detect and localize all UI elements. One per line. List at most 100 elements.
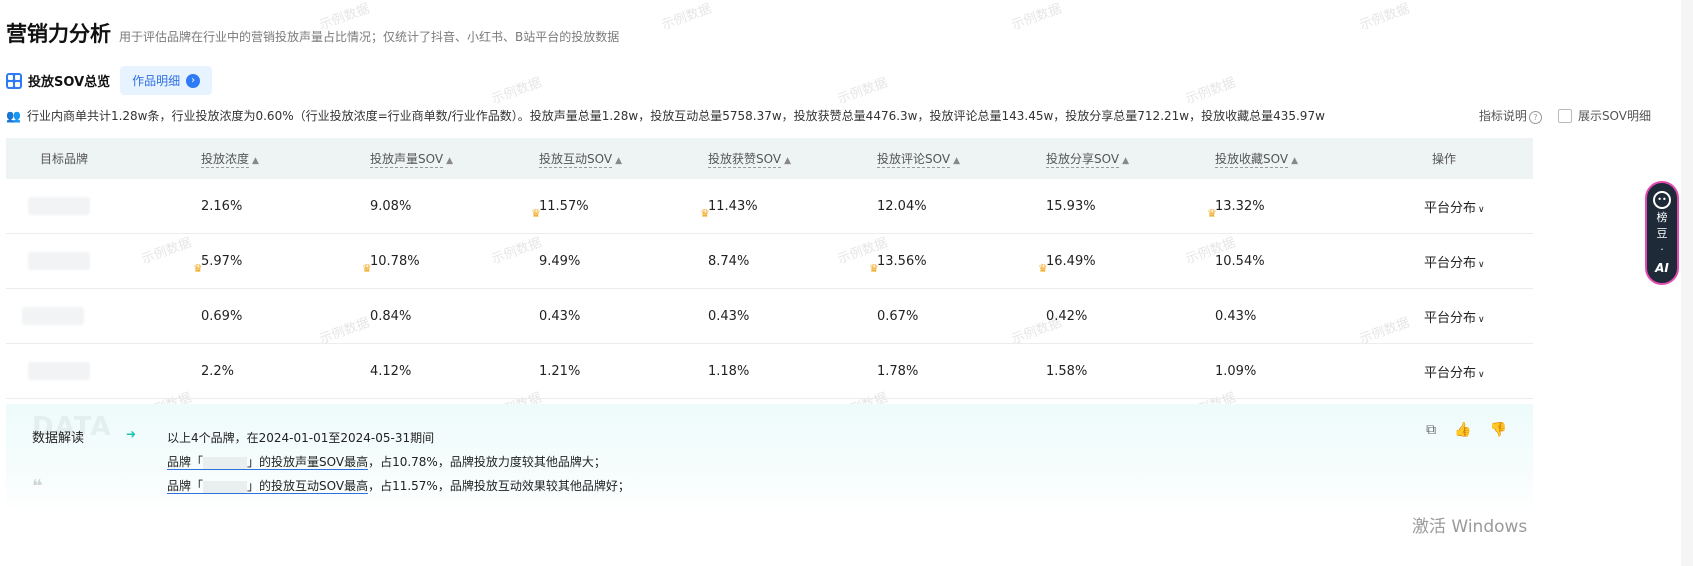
comments-sov-cell: 0.67% [877, 288, 1046, 344]
sort-icon: ▲ [615, 156, 622, 166]
favorites-sov-cell: 1.09% [1215, 343, 1424, 399]
ai-label: AI [1655, 261, 1669, 275]
page-title: 营销力分析 [6, 22, 111, 46]
favorites-sov-cell: 10.54% [1215, 233, 1424, 289]
table-row: 2.16% 9.08% ♛ 11.57% ♛ 11.43% 12.04% 15.93… [6, 179, 1533, 234]
comments-sov-cell: 1.78% [877, 343, 1046, 399]
crown-icon: ♛ [1207, 206, 1217, 220]
interaction-sov-cell: ♛ 11.57% [531, 179, 708, 234]
metric-help-link[interactable]: 指标说明? [1479, 107, 1542, 124]
page-header: 营销力分析 用于评估品牌在行业中的营销投放声量占比情况；仅统计了抖音、小红书、B… [6, 18, 619, 48]
data-interpretation-label: 数据解读 [32, 431, 85, 446]
col-header-volume-sov[interactable]: 投放声量SOV ▲ [370, 138, 539, 179]
platform-distribution-button[interactable]: 平台分布 ∨ [1424, 288, 1533, 344]
sort-icon: ▲ [953, 156, 960, 166]
crown-icon: ♛ [362, 261, 372, 275]
watermark: 示例数据 [1009, 1, 1064, 34]
col-header-density[interactable]: 投放浓度 ▲ [201, 138, 370, 179]
table-header-row: 目标品牌 投放浓度 ▲ 投放声量SOV ▲ 投放互动SOV ▲ 投放获赞SOV ▲ 投放… [6, 138, 1533, 179]
volume-sov-cell: 0.84% [370, 288, 539, 344]
table-controls: 指标说明? 展示SOV明细 [1479, 107, 1651, 124]
brand-name-redacted [28, 252, 90, 270]
robot-face-icon: •• [1653, 191, 1671, 209]
shares-sov-cell: 15.93% [1046, 179, 1215, 234]
crown-icon: ♛ [1038, 261, 1048, 275]
interaction-sov-cell: 1.21% [539, 343, 708, 399]
col-header-actions: 操作 [1424, 138, 1533, 179]
show-sov-detail-checkbox[interactable] [1557, 108, 1572, 123]
platform-distribution-button[interactable]: 平台分布 ∨ [1424, 233, 1533, 289]
density-cell: 2.16% [201, 179, 370, 234]
help-icon: ? [1528, 111, 1542, 124]
tab-bar: 投放SOV总览 作品明细 › [6, 66, 213, 95]
interpretation-text: 以上4个品牌，在2024-01-01至2024-05-31期间 品牌「 」的投放声… [167, 426, 630, 498]
brand-name-redacted [203, 480, 248, 493]
chevron-right-icon: › [186, 73, 201, 88]
sort-icon: ▲ [784, 156, 791, 166]
watermark: 示例数据 [835, 75, 890, 108]
page-scrollbar[interactable] [1681, 0, 1693, 566]
ai-name-line-3: · [1660, 243, 1664, 256]
crown-icon: ♛ [193, 261, 203, 275]
watermark: 示例数据 [1357, 1, 1412, 34]
thumbs-down-icon[interactable]: 👎 [1490, 422, 1507, 438]
crown-icon: ♛ [869, 261, 879, 275]
quote-icon: ❝ [32, 476, 43, 497]
volume-sov-cell: 4.12% [370, 343, 539, 399]
density-cell: 0.69% [201, 288, 370, 344]
brand-name-redacted [22, 307, 84, 325]
comments-sov-cell: ♛ 13.56% [869, 233, 1046, 289]
col-header-brand: 目标品牌 [6, 138, 201, 179]
table-row: 0.69% 0.84% 0.43% 0.43% 0.67% 0.42% 0.43… [6, 288, 1533, 344]
col-header-comments-sov[interactable]: 投放评论SOV ▲ [877, 138, 1046, 179]
arrow-right-icon: ➜ [126, 427, 137, 441]
sort-icon: ▲ [252, 156, 259, 166]
ai-name-line-1: 榜 [1656, 211, 1668, 224]
chevron-down-icon: ∨ [1478, 369, 1485, 380]
interpretation-line-3: 品牌「 」的投放互动SOV最高，占11.57%，品牌投放互动效果较其他品牌好； [167, 479, 630, 494]
shares-sov-cell: 1.58% [1046, 343, 1215, 399]
platform-distribution-button[interactable]: 平台分布 ∨ [1424, 343, 1533, 399]
volume-sov-cell: ♛ 10.78% [362, 233, 539, 289]
crown-icon: ♛ [531, 206, 541, 220]
ai-assistant-button[interactable]: •• 榜 豆 · AI [1645, 181, 1679, 285]
platform-distribution-button[interactable]: 平台分布 ∨ [1424, 179, 1533, 234]
data-interpretation-panel: DATA 数据解读 ➜ ❝ 以上4个品牌，在2024-01-01至2024-05… [6, 404, 1533, 514]
col-header-interaction-sov[interactable]: 投放互动SOV ▲ [539, 138, 708, 179]
favorites-sov-cell: 0.43% [1215, 288, 1424, 344]
table-row: ♛ 5.97% ♛ 10.78% 9.49% 8.74% ♛ 13.56% ♛ 16.4… [6, 233, 1533, 289]
shares-sov-cell: 0.42% [1046, 288, 1215, 344]
col-header-likes-sov[interactable]: 投放获赞SOV ▲ [708, 138, 877, 179]
watermark: 示例数据 [1183, 75, 1238, 108]
comments-sov-cell: 12.04% [877, 179, 1046, 234]
shares-sov-cell: ♛ 16.49% [1038, 233, 1215, 289]
sov-table: 目标品牌 投放浓度 ▲ 投放声量SOV ▲ 投放互动SOV ▲ 投放获赞SOV ▲ 投放… [6, 138, 1533, 399]
favorites-sov-cell: ♛ 13.32% [1207, 179, 1424, 234]
thumbs-up-icon[interactable]: 👍 [1454, 422, 1471, 438]
likes-sov-cell: 1.18% [708, 343, 877, 399]
brand-cell [6, 343, 201, 399]
tab-sov-overview[interactable]: 投放SOV总览 [6, 71, 110, 90]
tab-sov-overview-label: 投放SOV总览 [28, 75, 111, 90]
interaction-sov-cell: 9.49% [539, 233, 708, 289]
sort-icon: ▲ [446, 156, 453, 166]
tab-work-detail-label: 作品明细 [132, 74, 181, 88]
windows-activation-overlay: 激活 Windows [1412, 517, 1528, 537]
metric-help-label: 指标说明 [1478, 109, 1527, 123]
sort-icon: ▲ [1291, 156, 1298, 166]
table-row: 2.2% 4.12% 1.21% 1.18% 1.78% 1.58% 1.09%… [6, 343, 1533, 399]
brand-name-redacted [28, 197, 90, 215]
chevron-down-icon: ∨ [1478, 314, 1485, 325]
page-subtitle: 用于评估品牌在行业中的营销投放声量占比情况；仅统计了抖音、小红书、B站平台的投放… [119, 30, 620, 44]
col-header-shares-sov[interactable]: 投放分享SOV ▲ [1046, 138, 1215, 179]
sort-icon: ▲ [1122, 156, 1129, 166]
brand-name-redacted [28, 362, 90, 380]
interpretation-actions: ⧉ 👍 👎 [1426, 422, 1507, 438]
show-sov-detail-toggle[interactable]: 展示SOV明细 [1557, 107, 1651, 124]
brand-cell [6, 233, 201, 289]
crown-icon: ♛ [700, 206, 710, 220]
tab-work-detail[interactable]: 作品明细 › [120, 66, 213, 95]
industry-summary: 👥 行业内商单共计1.28w条，行业投放浓度为0.60%（行业投放浓度=行业商单… [6, 107, 1325, 124]
col-header-favorites-sov[interactable]: 投放收藏SOV ▲ [1215, 138, 1424, 179]
copy-icon[interactable]: ⧉ [1426, 422, 1436, 438]
